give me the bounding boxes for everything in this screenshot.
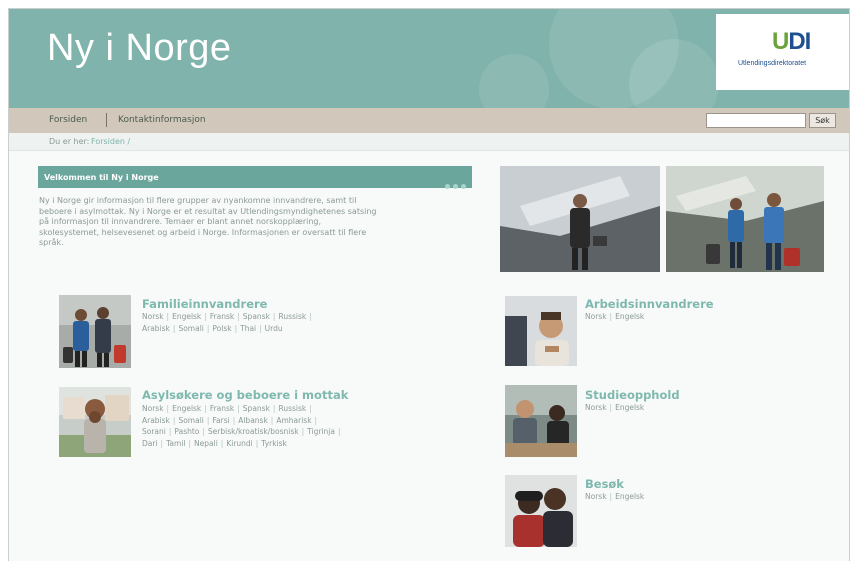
lang-link-fransk[interactable]: Fransk	[210, 404, 234, 413]
intro-text: Ny i Norge gir informasjon til flere gru…	[39, 196, 479, 249]
thumb-studieopphold[interactable]	[505, 385, 577, 457]
intro-line: på informasjon til innvandrere. Temaer e…	[39, 217, 322, 226]
nav-link-forsiden[interactable]: Forsiden	[49, 115, 87, 125]
lang-link-tyrkisk[interactable]: Tyrkisk	[261, 439, 287, 448]
lang-link-norsk[interactable]: Norsk	[585, 403, 607, 412]
intro-heading-bar: Velkommen til Ny i Norge	[38, 166, 472, 189]
lang-link-somali[interactable]: Somali	[178, 324, 203, 333]
breadcrumb-label: Du er her:	[49, 137, 90, 146]
lang-link-pashto[interactable]: Pashto	[174, 427, 199, 436]
intro-line: språk.	[39, 238, 64, 247]
thumb-familieinnvandrere[interactable]	[59, 295, 131, 368]
intro-title: Velkommen til Ny i Norge	[44, 173, 159, 182]
lang-link-arabisk[interactable]: Arabisk	[142, 324, 170, 333]
udi-logo-subtitle: Utlendingsdirektoratet	[738, 60, 807, 67]
language-row: Norsk | Engelsk | Fransk | Spansk | Russisk |	[142, 312, 312, 321]
lang-link-arabisk[interactable]: Arabisk	[142, 416, 170, 425]
lang-link-albansk[interactable]: Albansk	[238, 416, 268, 425]
breadcrumb-link-forsiden[interactable]: Forsiden /	[91, 137, 130, 146]
language-row: Norsk | Engelsk	[585, 492, 645, 501]
category-title-asylsokere[interactable]: Asylsøkere og beboere i mottak	[142, 388, 348, 402]
intro-line: beboere i asylmottak. Ny i Norge er et r…	[39, 206, 377, 216]
intro-dots	[442, 174, 466, 193]
lang-link-kirundi[interactable]: Kirundi	[226, 439, 252, 448]
language-row: Arabisk | Somali | Farsi | Albansk | Amharisk |	[142, 415, 318, 425]
lang-link-dari[interactable]: Dari	[142, 439, 158, 448]
lang-link-engelsk[interactable]: Engelsk	[172, 312, 201, 321]
lang-link-urdu[interactable]: Urdu	[265, 324, 283, 333]
lang-link-fransk[interactable]: Fransk	[210, 312, 234, 321]
lang-link-engelsk[interactable]: Engelsk	[172, 404, 201, 413]
thumb-besok[interactable]	[505, 475, 577, 547]
category-title-besok[interactable]: Besøk	[585, 477, 624, 491]
language-list-besok: Norsk | Engelsk	[585, 491, 644, 503]
language-list-arbeidsinnvandrere: Norsk | Engelsk	[585, 311, 644, 323]
breadcrumb: Du er her: Forsiden /	[9, 133, 849, 151]
header-decoration	[479, 54, 549, 108]
lang-link-russisk[interactable]: Russisk	[278, 312, 306, 321]
language-row: Norsk | Engelsk | Fransk | Spansk | Russisk |	[142, 404, 312, 413]
lang-link-norsk[interactable]: Norsk	[585, 312, 607, 321]
lang-link-spansk[interactable]: Spansk	[243, 312, 270, 321]
language-row: Dari | Tamil | Nepali | Kirundi | Tyrkisk	[142, 438, 287, 448]
language-list-familieinnvandrere: Norsk | Engelsk | Fransk | Spansk | Russisk | Ara…	[142, 311, 315, 334]
lang-link-norsk[interactable]: Norsk	[142, 312, 164, 321]
nav-link-kontaktinformasjon[interactable]: Kontaktinformasjon	[118, 115, 206, 125]
lang-link-engelsk[interactable]: Engelsk	[615, 312, 644, 321]
lang-link-serbisk-kroatisk-bosnisk[interactable]: Serbisk/kroatisk/bosnisk	[208, 427, 299, 436]
lang-link-norsk[interactable]: Norsk	[142, 404, 164, 413]
udi-logo-mark: UDI	[772, 28, 811, 55]
top-nav: Forsiden Kontaktinformasjon Søk	[9, 108, 849, 133]
language-list-asylsokere: Norsk | Engelsk | Fransk | Spansk | Russisk | Ara…	[142, 403, 343, 449]
language-row: Norsk | Engelsk	[585, 403, 645, 412]
hero-photo-couple-walking	[666, 166, 824, 272]
category-title-studieopphold[interactable]: Studieopphold	[585, 388, 680, 402]
thumb-arbeidsinnvandrere[interactable]	[505, 296, 577, 366]
site-title[interactable]: Ny i Norge	[47, 27, 232, 70]
lang-link-tigrinja[interactable]: Tigrinja	[307, 427, 335, 436]
category-title-familieinnvandrere[interactable]: Familieinnvandrere	[142, 297, 267, 311]
intro-line: skolesystemet, helsevesenet og arbeid i …	[39, 227, 367, 237]
site-header: Ny i Norge UDI Utlendingsdirektoratet	[9, 9, 849, 108]
lang-link-engelsk[interactable]: Engelsk	[615, 403, 644, 412]
hero-photo-airport-man	[500, 166, 660, 272]
lang-link-russisk[interactable]: Russisk	[278, 404, 306, 413]
lang-link-polsk[interactable]: Polsk	[212, 324, 231, 333]
search-button[interactable]: Søk	[809, 113, 836, 128]
udi-logo[interactable]: UDI Utlendingsdirektoratet	[716, 14, 849, 90]
lang-link-engelsk[interactable]: Engelsk	[615, 492, 644, 501]
lang-link-spansk[interactable]: Spansk	[243, 404, 270, 413]
lang-link-thai[interactable]: Thai	[240, 324, 256, 333]
category-title-arbeidsinnvandrere[interactable]: Arbeidsinnvandrere	[585, 297, 714, 311]
nav-separator	[106, 113, 107, 127]
lang-link-amharisk[interactable]: Amharisk	[276, 416, 311, 425]
intro-line: Ny i Norge gir informasjon til flere gru…	[39, 196, 357, 205]
lang-link-norsk[interactable]: Norsk	[585, 492, 607, 501]
lang-link-farsi[interactable]: Farsi	[212, 416, 229, 425]
search-input[interactable]	[706, 113, 806, 128]
language-list-studieopphold: Norsk | Engelsk	[585, 402, 644, 414]
browser-page: Ny i Norge UDI Utlendingsdirektoratet Fo…	[8, 8, 850, 561]
lang-link-tamil[interactable]: Tamil	[166, 439, 185, 448]
language-row: Arabisk | Somali | Polsk | Thai | Urdu	[142, 323, 283, 333]
lang-link-sorani[interactable]: Sorani	[142, 427, 166, 436]
lang-link-nepali[interactable]: Nepali	[194, 439, 218, 448]
thumb-asylsokere[interactable]	[59, 387, 131, 457]
lang-link-somali[interactable]: Somali	[178, 416, 203, 425]
language-row: Sorani | Pashto | Serbisk/kroatisk/bosnisk | T…	[142, 427, 341, 436]
language-row: Norsk | Engelsk	[585, 312, 645, 321]
